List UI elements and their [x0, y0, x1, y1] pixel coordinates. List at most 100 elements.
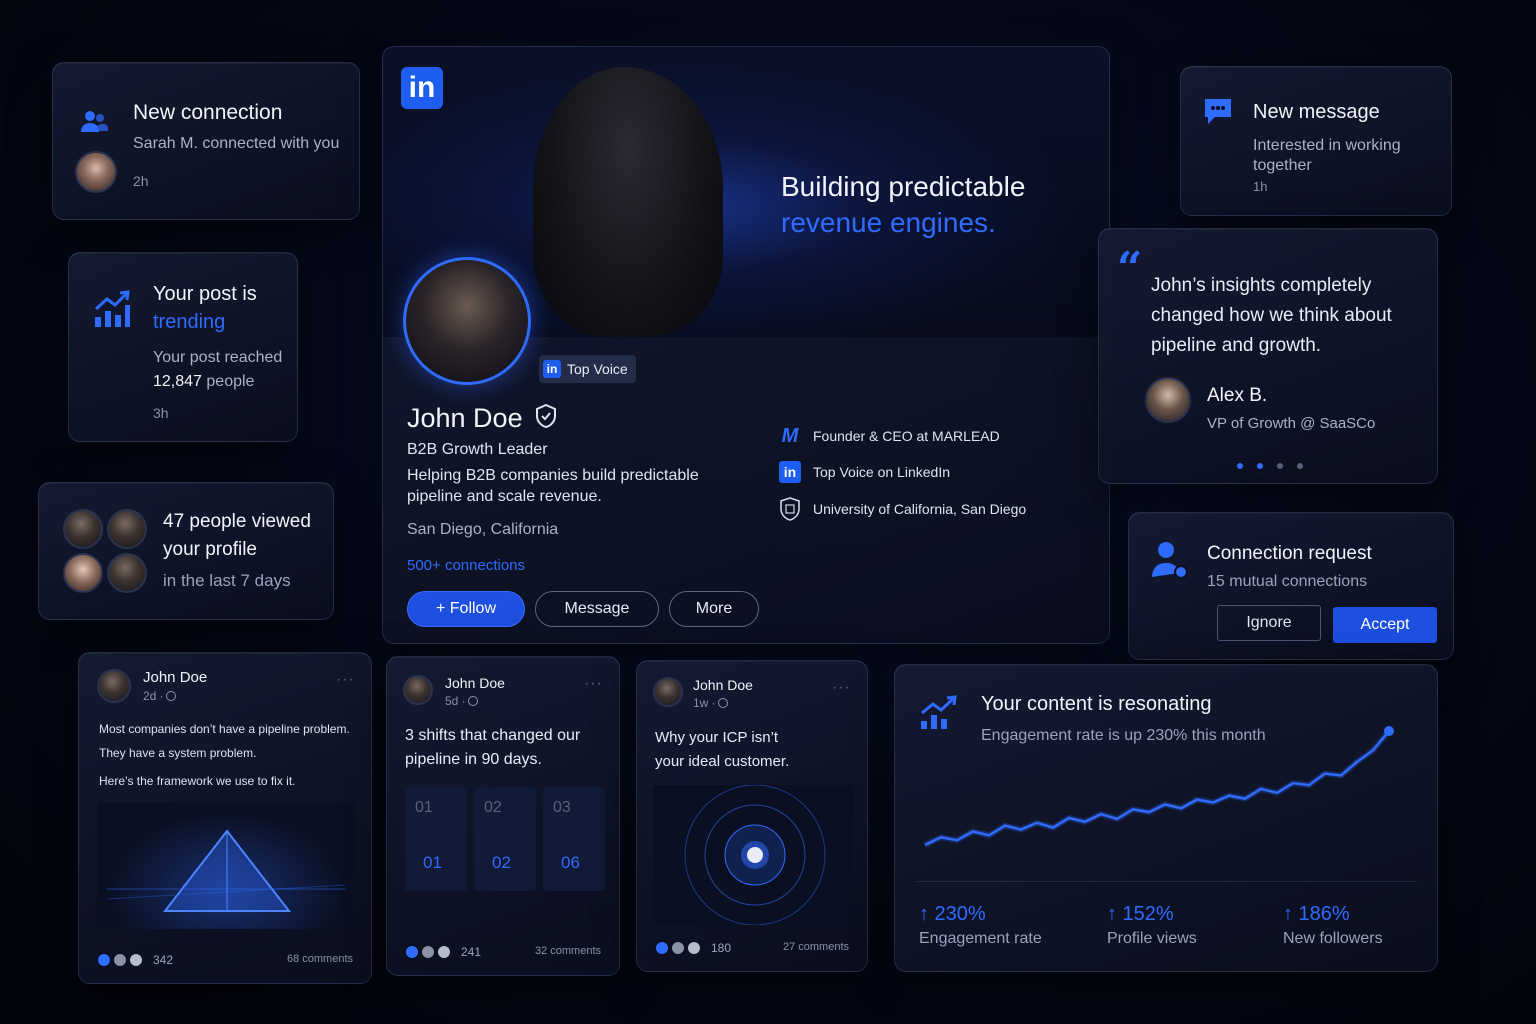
like-reaction-icon [97, 953, 111, 967]
love-reaction-icon [687, 941, 701, 955]
viewer-avatar [107, 509, 147, 549]
resonating-title: Your content is resonating [981, 693, 1212, 715]
detail-text: Founder & CEO at MARLEAD [813, 428, 1000, 444]
stat-engagement: ↑ 230% Engagement rate [919, 903, 1042, 948]
university-shield-icon [779, 497, 801, 521]
step-tile: 03 06 [543, 787, 605, 891]
author-avatar [1145, 377, 1191, 423]
message-title: New message [1253, 101, 1380, 123]
chat-icon [1201, 95, 1235, 134]
linkedin-icon: in [779, 461, 801, 483]
stat-value: ↑ 186% [1283, 903, 1350, 925]
profile-detail-item: M Founder & CEO at MARLEAD [779, 425, 1000, 447]
accept-button[interactable]: Accept [1333, 607, 1437, 643]
trending-time: 3h [153, 405, 169, 421]
profile-name-row: John Doe [407, 403, 557, 434]
post-time: 2d · [143, 689, 164, 703]
trending-subtitle: Your post reached [153, 349, 283, 366]
carousel-dot[interactable] [1297, 463, 1303, 469]
step-number-large: 01 [423, 853, 442, 872]
carousel-dot-active[interactable] [1257, 463, 1263, 469]
reactions-row[interactable]: 241 [405, 945, 481, 959]
chart-baseline [917, 881, 1417, 882]
step-number: 01 [415, 799, 433, 816]
carousel-dot[interactable] [1277, 463, 1283, 469]
trending-reach: 12,847 people [153, 373, 254, 391]
reactions-row[interactable]: 342 [97, 953, 173, 967]
profile-avatar[interactable] [403, 257, 531, 385]
post-body: Why your ICP isn’t [655, 729, 779, 746]
verified-shield-icon [535, 403, 557, 433]
post-author: John Doe [693, 677, 753, 693]
profile-views-period: in the last 7 days [163, 571, 291, 590]
post-card[interactable]: John Doe 2d · ··· Most companies don’t h… [78, 652, 372, 984]
stat-profile-views: ↑ 152% Profile views [1107, 903, 1197, 948]
carousel-dots[interactable] [1237, 463, 1303, 469]
trending-chart-icon [93, 289, 131, 334]
banner-tagline: Building predictable [781, 171, 1026, 202]
profile-views-title: 47 people viewed [163, 511, 311, 532]
reach-count: 12,847 [153, 373, 202, 390]
more-button[interactable]: More [669, 591, 759, 627]
profile-card: in Building predictable revenue engines.… [382, 46, 1110, 644]
ignore-button[interactable]: Ignore [1217, 605, 1321, 641]
add-person-icon [1149, 539, 1189, 586]
detail-text: University of California, San Diego [813, 501, 1027, 517]
globe-icon [165, 691, 176, 701]
post-time: 5d · [445, 694, 466, 708]
trending-title: Your post is [153, 283, 257, 305]
new-connection-card[interactable]: New connection Sarah M. connected with y… [52, 62, 360, 220]
profile-connections[interactable]: 500+ connections [407, 557, 525, 574]
avatar [75, 151, 117, 193]
message-preview: Interested in working [1253, 137, 1401, 154]
stat-label: New followers [1283, 930, 1383, 947]
post-author-avatar [403, 675, 433, 705]
follow-button[interactable]: + Follow [407, 591, 525, 627]
like-reaction-icon [655, 941, 669, 955]
viewer-avatar [63, 553, 103, 593]
reach-unit: people [206, 373, 255, 390]
post-trending-card[interactable]: Your post is trending Your post reached … [68, 252, 298, 442]
new-message-card[interactable]: New message Interested in working togeth… [1180, 66, 1452, 216]
step-tile: 02 02 [474, 787, 536, 891]
linkedin-badge-icon: in [543, 360, 561, 378]
profile-views-card[interactable]: 47 people viewed your profile in the las… [38, 482, 334, 620]
celebrate-reaction-icon [421, 945, 435, 959]
comment-count[interactable]: 27 comments [783, 941, 849, 953]
profile-headline: B2B Growth Leader [407, 441, 548, 458]
pyramid-graphic [97, 803, 355, 929]
comment-count[interactable]: 32 comments [535, 945, 601, 957]
linkedin-logo-icon: in [401, 67, 443, 109]
trending-highlight: trending [153, 311, 226, 333]
testimonial-quote: John’s insights completely [1151, 275, 1372, 296]
post-body: Most companies don’t have a pipeline pro… [99, 722, 350, 736]
stat-value: ↑ 230% [919, 903, 986, 925]
profile-location: San Diego, California [407, 521, 559, 538]
profile-detail-item: in Top Voice on LinkedIn [779, 461, 950, 483]
more-options-icon[interactable]: ··· [584, 675, 603, 693]
post-author-avatar [97, 669, 131, 703]
top-voice-badge: in Top Voice [539, 355, 636, 383]
post-meta: 2d · [143, 689, 176, 703]
post-meta: 1w · [693, 696, 728, 710]
more-options-icon[interactable]: ··· [336, 671, 355, 689]
reaction-count: 342 [153, 953, 174, 967]
notification-title: New connection [133, 101, 283, 124]
post-meta: 5d · [445, 694, 478, 708]
message-preview-2: together [1253, 157, 1312, 174]
viewer-avatar [107, 553, 147, 593]
carousel-dot-active[interactable] [1237, 463, 1243, 469]
message-button[interactable]: Message [535, 591, 659, 627]
step-number: 03 [553, 799, 571, 816]
post-card[interactable]: John Doe 5d · ··· 3 shifts that changed … [386, 656, 620, 976]
reactions-row[interactable]: 180 [655, 941, 731, 955]
message-time: 1h [1253, 179, 1268, 194]
post-body-2: They have a system problem. [99, 746, 257, 760]
more-options-icon[interactable]: ··· [832, 679, 851, 697]
post-author-avatar [653, 677, 683, 707]
stat-label: Profile views [1107, 930, 1197, 947]
comment-count[interactable]: 68 comments [287, 953, 353, 965]
quote-icon: “ [1117, 243, 1143, 294]
post-card[interactable]: John Doe 1w · ··· Why your ICP isn’t you… [636, 660, 868, 972]
testimonial-quote-2: changed how we think about [1151, 305, 1392, 326]
